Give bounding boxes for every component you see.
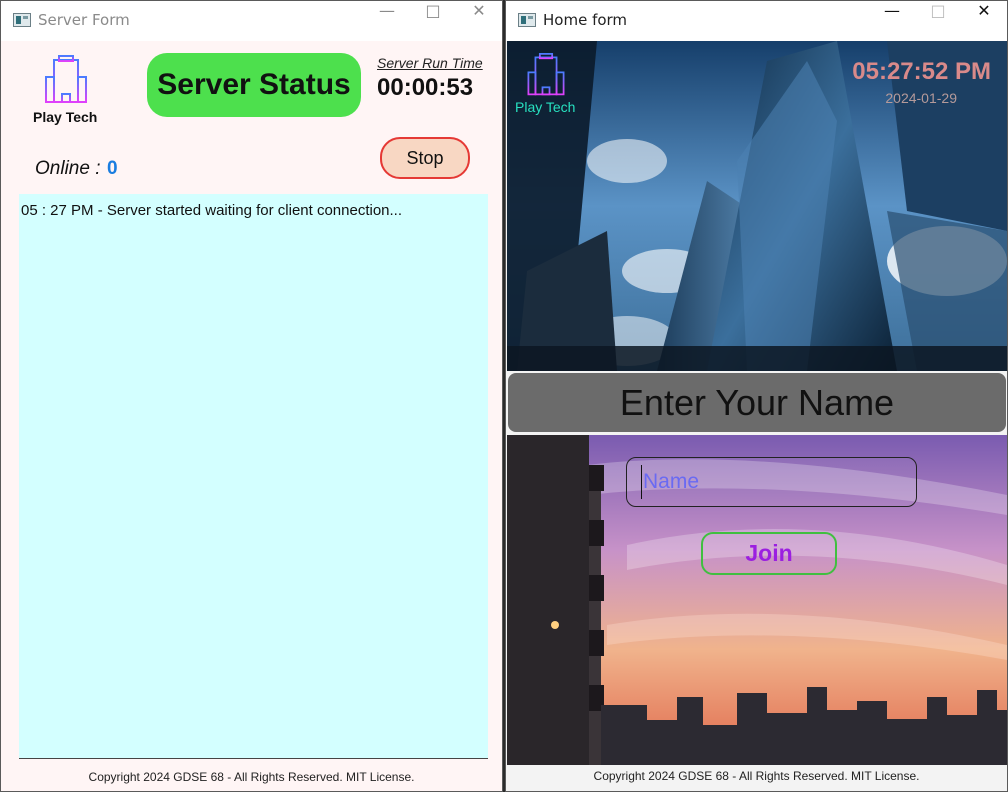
brand-label: Play Tech <box>515 99 576 115</box>
building-icon <box>45 55 87 103</box>
maximize-icon[interactable]: □ <box>410 1 456 41</box>
copyright-footer: Copyright 2024 GDSE 68 - All Rights Rese… <box>88 770 415 784</box>
name-placeholder: Name <box>643 470 700 493</box>
server-status-banner: Server Status <box>147 53 361 117</box>
copyright-footer: Copyright 2024 GDSE 68 - All Rights Rese… <box>593 769 920 783</box>
date: 2024-01-29 <box>885 90 957 106</box>
server-titlebar[interactable]: Server Form — □ ✕ <box>1 1 502 41</box>
app-window-icon <box>518 13 536 27</box>
window-title: Server Form <box>38 11 130 29</box>
building-icon <box>527 53 565 96</box>
server-form-window: Server Form — □ ✕ Play Tech Server Statu… <box>0 0 503 792</box>
name-input[interactable]: Name <box>626 457 917 507</box>
maximize-icon[interactable]: □ <box>915 1 961 41</box>
close-icon[interactable]: ✕ <box>961 1 1007 41</box>
minimize-icon[interactable]: — <box>869 1 915 41</box>
window-title: Home form <box>543 11 628 29</box>
join-button[interactable]: Join <box>701 532 837 575</box>
runtime-label: Server Run Time <box>377 55 483 71</box>
online-count: 0 <box>107 158 118 179</box>
online-label: Online : <box>35 158 101 179</box>
server-log[interactable]: 05 : 27 PM - Server started waiting for … <box>19 194 488 759</box>
clock: 05:27:52 PM <box>852 58 991 85</box>
enter-name-heading: Enter Your Name <box>508 373 1006 432</box>
text-caret <box>641 465 642 499</box>
minimize-icon[interactable]: — <box>364 1 410 41</box>
home-form-window: Home form — □ ✕ Play Tech 05:27:52 PM 20… <box>505 0 1008 792</box>
runtime-value: 00:00:53 <box>377 74 474 101</box>
stop-button[interactable]: Stop <box>380 137 470 179</box>
log-line: 05 : 27 PM - Server started waiting for … <box>21 202 403 219</box>
home-titlebar[interactable]: Home form — □ ✕ <box>506 1 1007 41</box>
app-window-icon <box>13 13 31 27</box>
close-icon[interactable]: ✕ <box>456 1 502 41</box>
brand-label: Play Tech <box>33 109 98 125</box>
